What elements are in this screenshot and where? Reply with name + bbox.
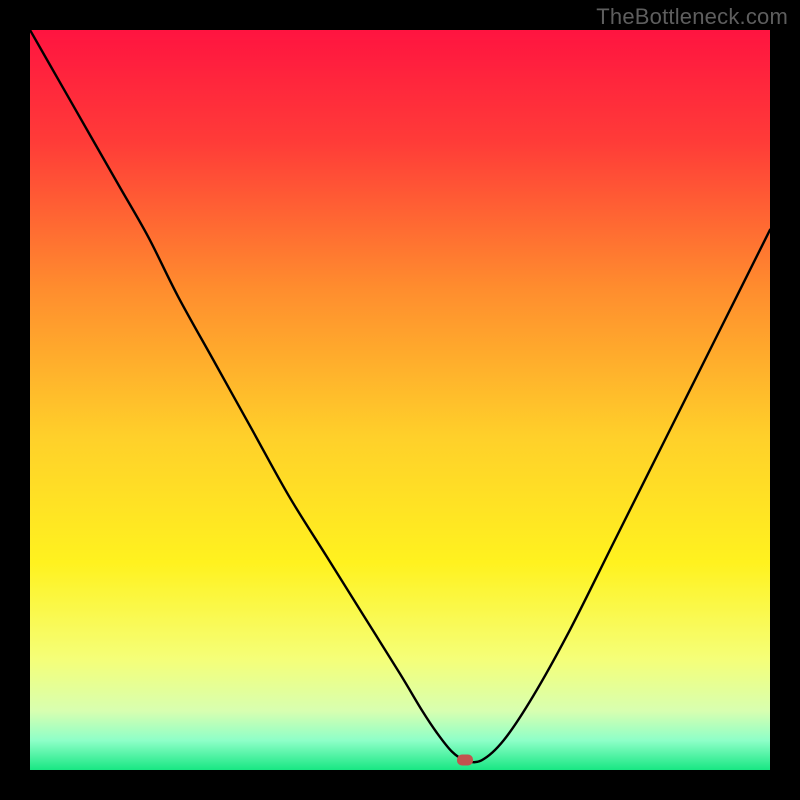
plot-area [30, 30, 770, 770]
chart-svg [30, 30, 770, 770]
watermark-label: TheBottleneck.com [596, 4, 788, 30]
selected-point-marker [457, 755, 473, 766]
gradient-background [30, 30, 770, 770]
chart-frame: TheBottleneck.com [0, 0, 800, 800]
